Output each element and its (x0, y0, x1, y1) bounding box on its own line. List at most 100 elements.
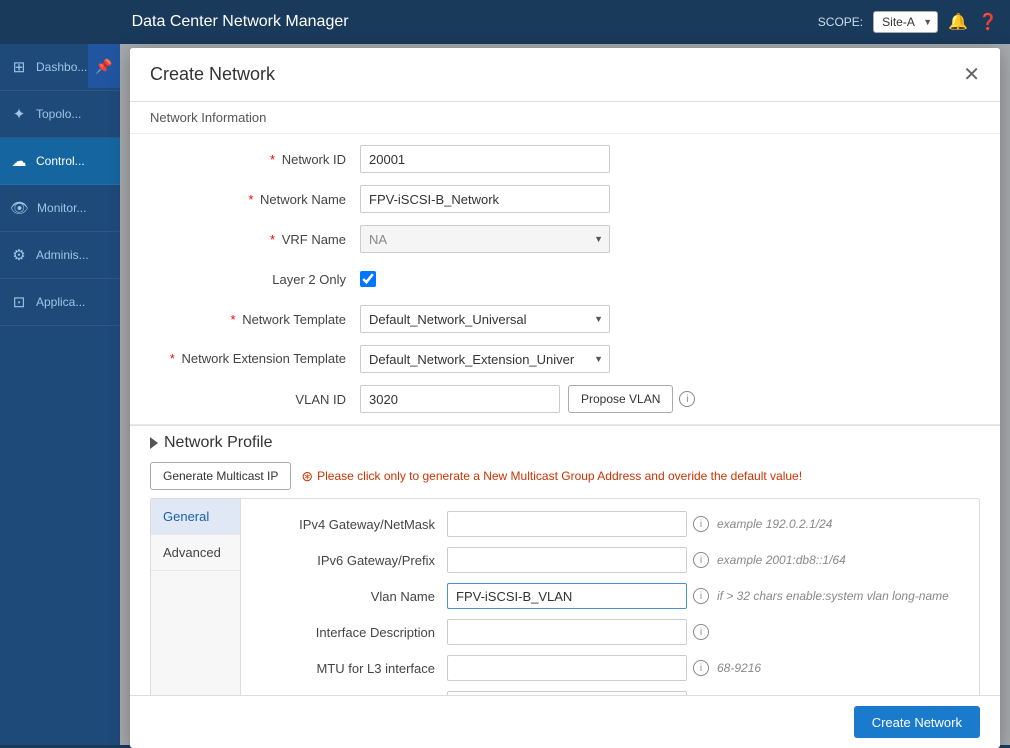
tab-advanced[interactable]: Advanced (151, 535, 240, 571)
tab-list: General Advanced (151, 499, 241, 695)
apps-icon: ⊡ (10, 293, 28, 311)
network-ext-template-select-wrap[interactable]: Default_Network_Extension_Univer ▼ (360, 345, 610, 373)
ipv4-gateway-input[interactable] (447, 511, 687, 537)
vlan-name-label: Vlan Name (257, 589, 447, 604)
form-row-vrf-name: * VRF Name NA ▼ (150, 224, 980, 254)
sidebar-item-admin[interactable]: ⚙ Adminis... (0, 232, 120, 279)
mtu-hint: 68-9216 (717, 661, 761, 675)
sidebar-item-topology[interactable]: ✦ Topolo... (0, 91, 120, 138)
propose-vlan-button[interactable]: Propose VLAN (568, 385, 673, 413)
pf-row-ipv6-gateway: IPv6 Gateway/Prefix i example 2001:db8::… (257, 547, 963, 573)
sidebar-label-dashboard: Dashbo... (36, 60, 87, 74)
topology-icon: ✦ (10, 105, 28, 123)
network-id-input[interactable] (360, 145, 610, 173)
vrf-name-select-wrap[interactable]: NA ▼ (360, 225, 610, 253)
vlan-name-input[interactable] (447, 583, 687, 609)
ipv6-gateway-hint: example 2001:db8::1/64 (717, 553, 846, 567)
modal-overlay: Create Network ✕ Network Information * N… (120, 44, 1010, 745)
vlan-info-icon[interactable]: i (679, 391, 695, 407)
form-row-network-template: * Network Template Default_Network_Unive… (150, 304, 980, 334)
sidebar-item-monitor[interactable]: 👁 Monitor... (0, 185, 120, 232)
modal-title: Create Network (150, 64, 275, 85)
network-profile-title: Network Profile (164, 434, 272, 452)
generate-multicast-button[interactable]: Generate Multicast IP (150, 462, 291, 490)
create-network-button[interactable]: Create Network (854, 706, 980, 738)
vlan-id-label: VLAN ID (150, 392, 360, 407)
mtu-info-icon[interactable]: i (693, 660, 709, 676)
section-header-network-info: Network Information (130, 102, 1000, 134)
scope-select[interactable]: Site-A Site-B Global (873, 11, 938, 33)
sidebar-item-control[interactable]: ☁ Control... (0, 138, 120, 185)
admin-icon: ⚙ (10, 246, 28, 264)
mtu-input[interactable] (447, 655, 687, 681)
tab-content-general: IPv4 Gateway/NetMask i example 192.0.2.1… (241, 499, 979, 695)
vlan-name-info-icon[interactable]: i (693, 588, 709, 604)
ipv6-gateway-label: IPv6 Gateway/Prefix (257, 553, 447, 568)
network-profile-toggle[interactable] (150, 437, 158, 449)
main-area: Create Network ✕ Network Information * N… (120, 44, 1010, 745)
layer2-only-checkbox[interactable] (360, 271, 376, 287)
form-row-vlan-id: VLAN ID Propose VLAN i (150, 384, 980, 414)
bell-icon[interactable]: 🔔 (948, 12, 968, 32)
topbar: ☰ cisco Data Center Network Manager SCOP… (0, 0, 1010, 44)
network-id-label: * Network ID (150, 152, 360, 167)
multicast-warning: ⊛ Please click only to generate a New Mu… (301, 468, 802, 485)
modal-close-button[interactable]: ✕ (963, 62, 980, 87)
network-profile-tabs-area: General Advanced IPv4 Gateway/NetM (150, 498, 980, 695)
ipv6-gateway-info-icon[interactable]: i (693, 552, 709, 568)
pf-row-interface-desc: Interface Description i (257, 619, 963, 645)
sidebar-item-apps[interactable]: ⊡ Applica... (0, 279, 120, 326)
network-name-label: * Network Name (150, 192, 360, 207)
modal-body: Network Information * Network ID (130, 102, 1000, 695)
modal-header: Create Network ✕ (130, 48, 1000, 102)
network-ext-template-select[interactable]: Default_Network_Extension_Univer (360, 345, 610, 373)
form-row-network-name: * Network Name (150, 184, 980, 214)
sidebar-label-apps: Applica... (36, 295, 85, 309)
sidebar-label-topology: Topolo... (36, 107, 81, 121)
interface-desc-input[interactable] (447, 619, 687, 645)
ipv4-gateway-label: IPv4 Gateway/NetMask (257, 517, 447, 532)
topbar-right: SCOPE: Site-A Site-B Global ▼ 🔔 ❓ (818, 11, 998, 33)
network-template-select-wrap[interactable]: Default_Network_Universal Custom_Templat… (360, 305, 610, 333)
vlan-name-hint: if > 32 chars enable:system vlan long-na… (717, 589, 949, 603)
pf-row-ipv4-gateway: IPv4 Gateway/NetMask i example 192.0.2.1… (257, 511, 963, 537)
pf-row-mtu: MTU for L3 interface i 68-9216 (257, 655, 963, 681)
mtu-label: MTU for L3 interface (257, 661, 447, 676)
ipv4-gateway-hint: example 192.0.2.1/24 (717, 517, 832, 531)
form-row-layer2-only: Layer 2 Only (150, 264, 980, 294)
app-title: Data Center Network Manager (132, 13, 349, 31)
network-profile-section: Network Profile Generate Multicast IP ⊛ … (130, 426, 1000, 695)
monitor-icon: 👁 (10, 199, 29, 217)
pf-row-vlan-name: Vlan Name i if > 32 chars enable:system … (257, 583, 963, 609)
form-row-network-ext-template: * Network Extension Template Default_Net… (150, 344, 980, 374)
modal-footer: Create Network (130, 695, 1000, 748)
network-ext-template-label: * Network Extension Template (150, 351, 360, 368)
interface-desc-info-icon[interactable]: i (693, 624, 709, 640)
interface-desc-label: Interface Description (257, 625, 447, 640)
sidebar-label-admin: Adminis... (36, 248, 89, 262)
dashboard-icon: ⊞ (10, 58, 28, 76)
sidebar-pin-icon[interactable]: 📌 (88, 44, 120, 88)
control-icon: ☁ (10, 152, 28, 170)
form-section-network-info: * Network ID * Network Name (130, 134, 1000, 425)
ipv4-gateway-info-icon[interactable]: i (693, 516, 709, 532)
vrf-name-select[interactable]: NA (360, 225, 610, 253)
sidebar: 📌 ⊞ Dashbo... ✦ Topolo... ☁ Control... 👁… (0, 44, 120, 745)
vrf-name-label: * VRF Name (150, 232, 360, 247)
vlan-id-input[interactable] (360, 385, 560, 413)
network-name-input[interactable] (360, 185, 610, 213)
tab-general[interactable]: General (151, 499, 240, 535)
form-row-network-id: * Network ID (150, 144, 980, 174)
layer2-only-label: Layer 2 Only (150, 272, 360, 287)
scope-selector[interactable]: Site-A Site-B Global ▼ (873, 11, 938, 33)
network-profile-toolbar: Generate Multicast IP ⊛ Please click onl… (150, 462, 980, 490)
sidebar-label-monitor: Monitor... (37, 201, 86, 215)
network-template-label: * Network Template (150, 312, 360, 327)
ipv6-gateway-input[interactable] (447, 547, 687, 573)
scope-label: SCOPE: (818, 15, 863, 29)
help-icon[interactable]: ❓ (978, 12, 998, 32)
network-profile-header: Network Profile (150, 434, 980, 452)
network-template-select[interactable]: Default_Network_Universal Custom_Templat… (360, 305, 610, 333)
warning-icon: ⊛ (301, 468, 313, 485)
create-network-modal: Create Network ✕ Network Information * N… (130, 48, 1000, 748)
